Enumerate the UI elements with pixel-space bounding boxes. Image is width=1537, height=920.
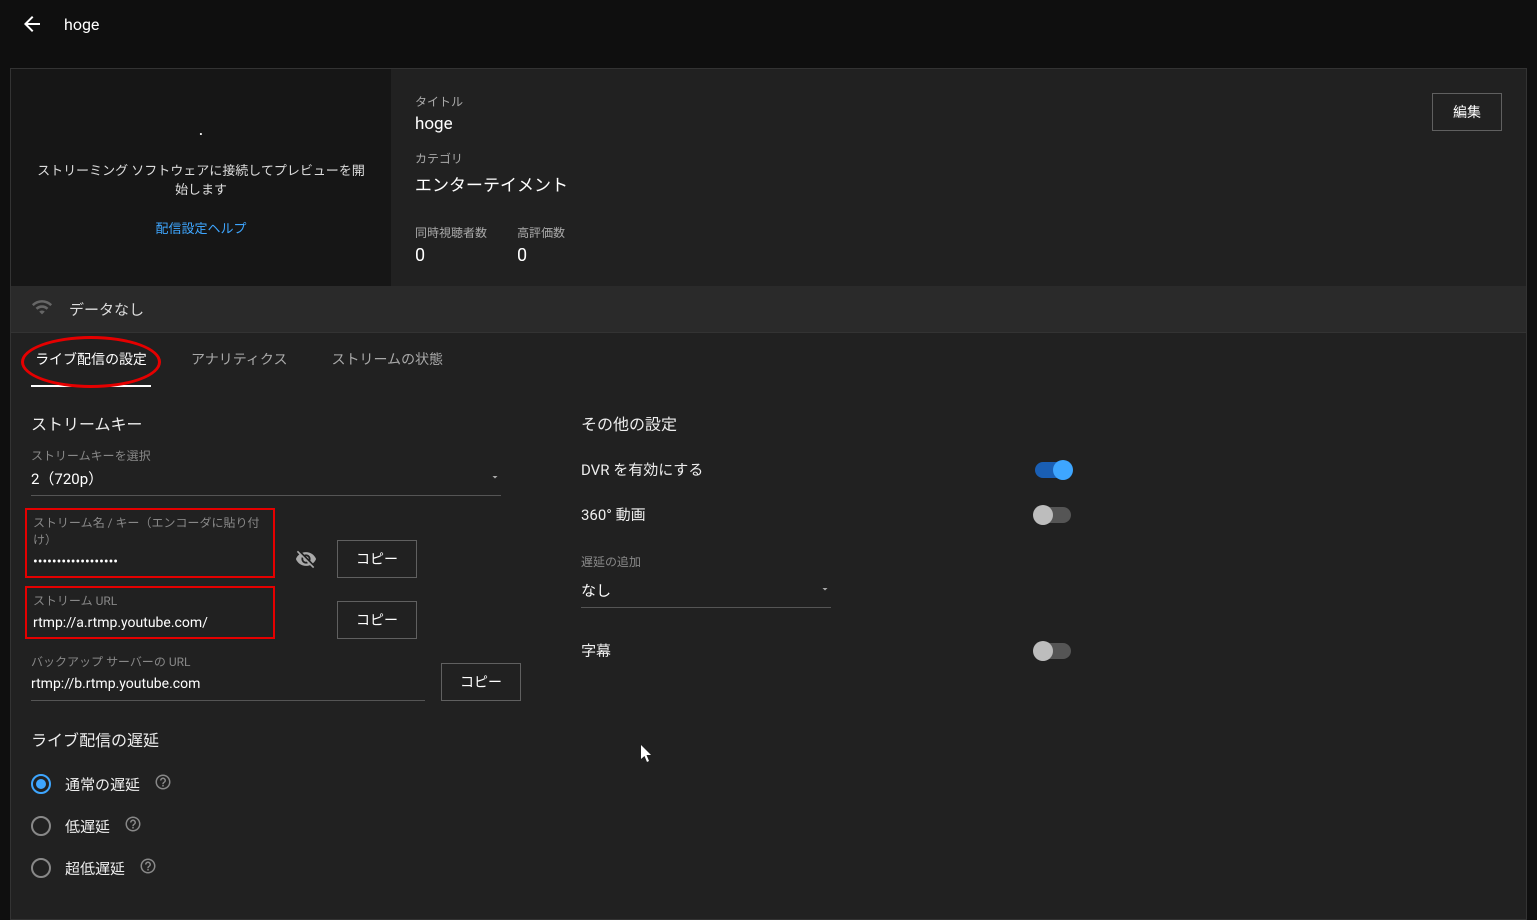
stream-key-select-label: ストリームキーを選択	[31, 447, 521, 464]
copy-backup-url-button[interactable]: コピー	[441, 663, 521, 701]
stream-key-value[interactable]: ••••••••••••••••••	[33, 552, 267, 572]
360-toggle[interactable]	[1035, 507, 1071, 523]
likes-label: 高評価数	[517, 224, 565, 241]
tab-stream-health[interactable]: ストリームの状態	[327, 333, 447, 387]
latency-ultralow-label: 超低遅延	[65, 858, 125, 879]
stream-help-link[interactable]: 配信設定ヘルプ	[155, 218, 246, 237]
help-icon[interactable]	[139, 857, 157, 879]
page-title: hoge	[64, 15, 99, 34]
tab-analytics[interactable]: アナリティクス	[187, 333, 291, 387]
delay-add-label: 遅延の追加	[581, 553, 1071, 570]
stream-url-value[interactable]: rtmp://a.rtmp.youtube.com/	[33, 613, 267, 633]
chevron-down-icon	[489, 471, 501, 487]
other-settings-title: その他の設定	[581, 411, 1071, 435]
360-label: 360° 動画	[581, 504, 646, 525]
delay-add-value: なし	[581, 580, 611, 601]
latency-ultralow-radio[interactable]	[31, 858, 51, 878]
stream-key-section-title: ストリームキー	[31, 411, 521, 435]
title-label: タイトル	[415, 93, 568, 110]
captions-label: 字幕	[581, 640, 611, 661]
chevron-down-icon	[819, 583, 831, 599]
preview-panel: . ストリーミング ソフトウェアに接続してプレビューを開始します 配信設定ヘルプ	[11, 69, 391, 286]
status-text: データなし	[69, 299, 144, 320]
latency-section-title: ライブ配信の遅延	[31, 727, 521, 751]
help-icon[interactable]	[124, 815, 142, 837]
backup-url-value[interactable]: rtmp://b.rtmp.youtube.com	[31, 674, 425, 694]
dvr-label: DVR を有効にする	[581, 459, 703, 480]
stream-url-label: ストリーム URL	[33, 592, 267, 609]
latency-low-radio[interactable]	[31, 816, 51, 836]
viewers-label: 同時視聴者数	[415, 224, 487, 241]
stream-key-label: ストリーム名 / キー（エンコーダに貼り付け）	[33, 514, 267, 548]
stream-key-select[interactable]: 2（720p）	[31, 468, 501, 496]
backup-url-label: バックアップ サーバーの URL	[31, 653, 425, 670]
captions-toggle[interactable]	[1035, 643, 1071, 659]
viewers-value: 0	[415, 245, 487, 266]
likes-value: 0	[517, 245, 565, 266]
backup-url-field: バックアップ サーバーの URL rtmp://b.rtmp.youtube.c…	[31, 647, 425, 701]
status-bar: データなし	[11, 286, 1526, 332]
tab-settings[interactable]: ライブ配信の設定	[31, 333, 151, 387]
stream-key-select-value: 2（720p）	[31, 468, 103, 489]
copy-stream-key-button[interactable]: コピー	[337, 540, 417, 578]
stream-key-field-highlight: ストリーム名 / キー（エンコーダに貼り付け） ••••••••••••••••…	[25, 508, 275, 578]
loader-icon: .	[199, 119, 204, 140]
title-value: hoge	[415, 114, 568, 134]
edit-button[interactable]: 編集	[1432, 93, 1502, 131]
preview-message: ストリーミング ソフトウェアに接続してプレビューを開始します	[31, 160, 371, 198]
category-value: エンターテイメント	[415, 171, 568, 196]
copy-stream-url-button[interactable]: コピー	[337, 601, 417, 639]
latency-normal-label: 通常の遅延	[65, 774, 140, 795]
back-button[interactable]	[20, 12, 44, 36]
main-panel: . ストリーミング ソフトウェアに接続してプレビューを開始します 配信設定ヘルプ…	[10, 68, 1527, 920]
visibility-toggle-icon[interactable]	[291, 544, 321, 578]
stream-url-field-highlight: ストリーム URL rtmp://a.rtmp.youtube.com/	[25, 586, 275, 639]
category-label: カテゴリ	[415, 150, 568, 167]
help-icon[interactable]	[154, 773, 172, 795]
latency-normal-radio[interactable]	[31, 774, 51, 794]
delay-add-select[interactable]: なし	[581, 574, 831, 608]
dvr-toggle[interactable]	[1035, 462, 1071, 478]
signal-icon	[31, 296, 53, 322]
latency-low-label: 低遅延	[65, 816, 110, 837]
